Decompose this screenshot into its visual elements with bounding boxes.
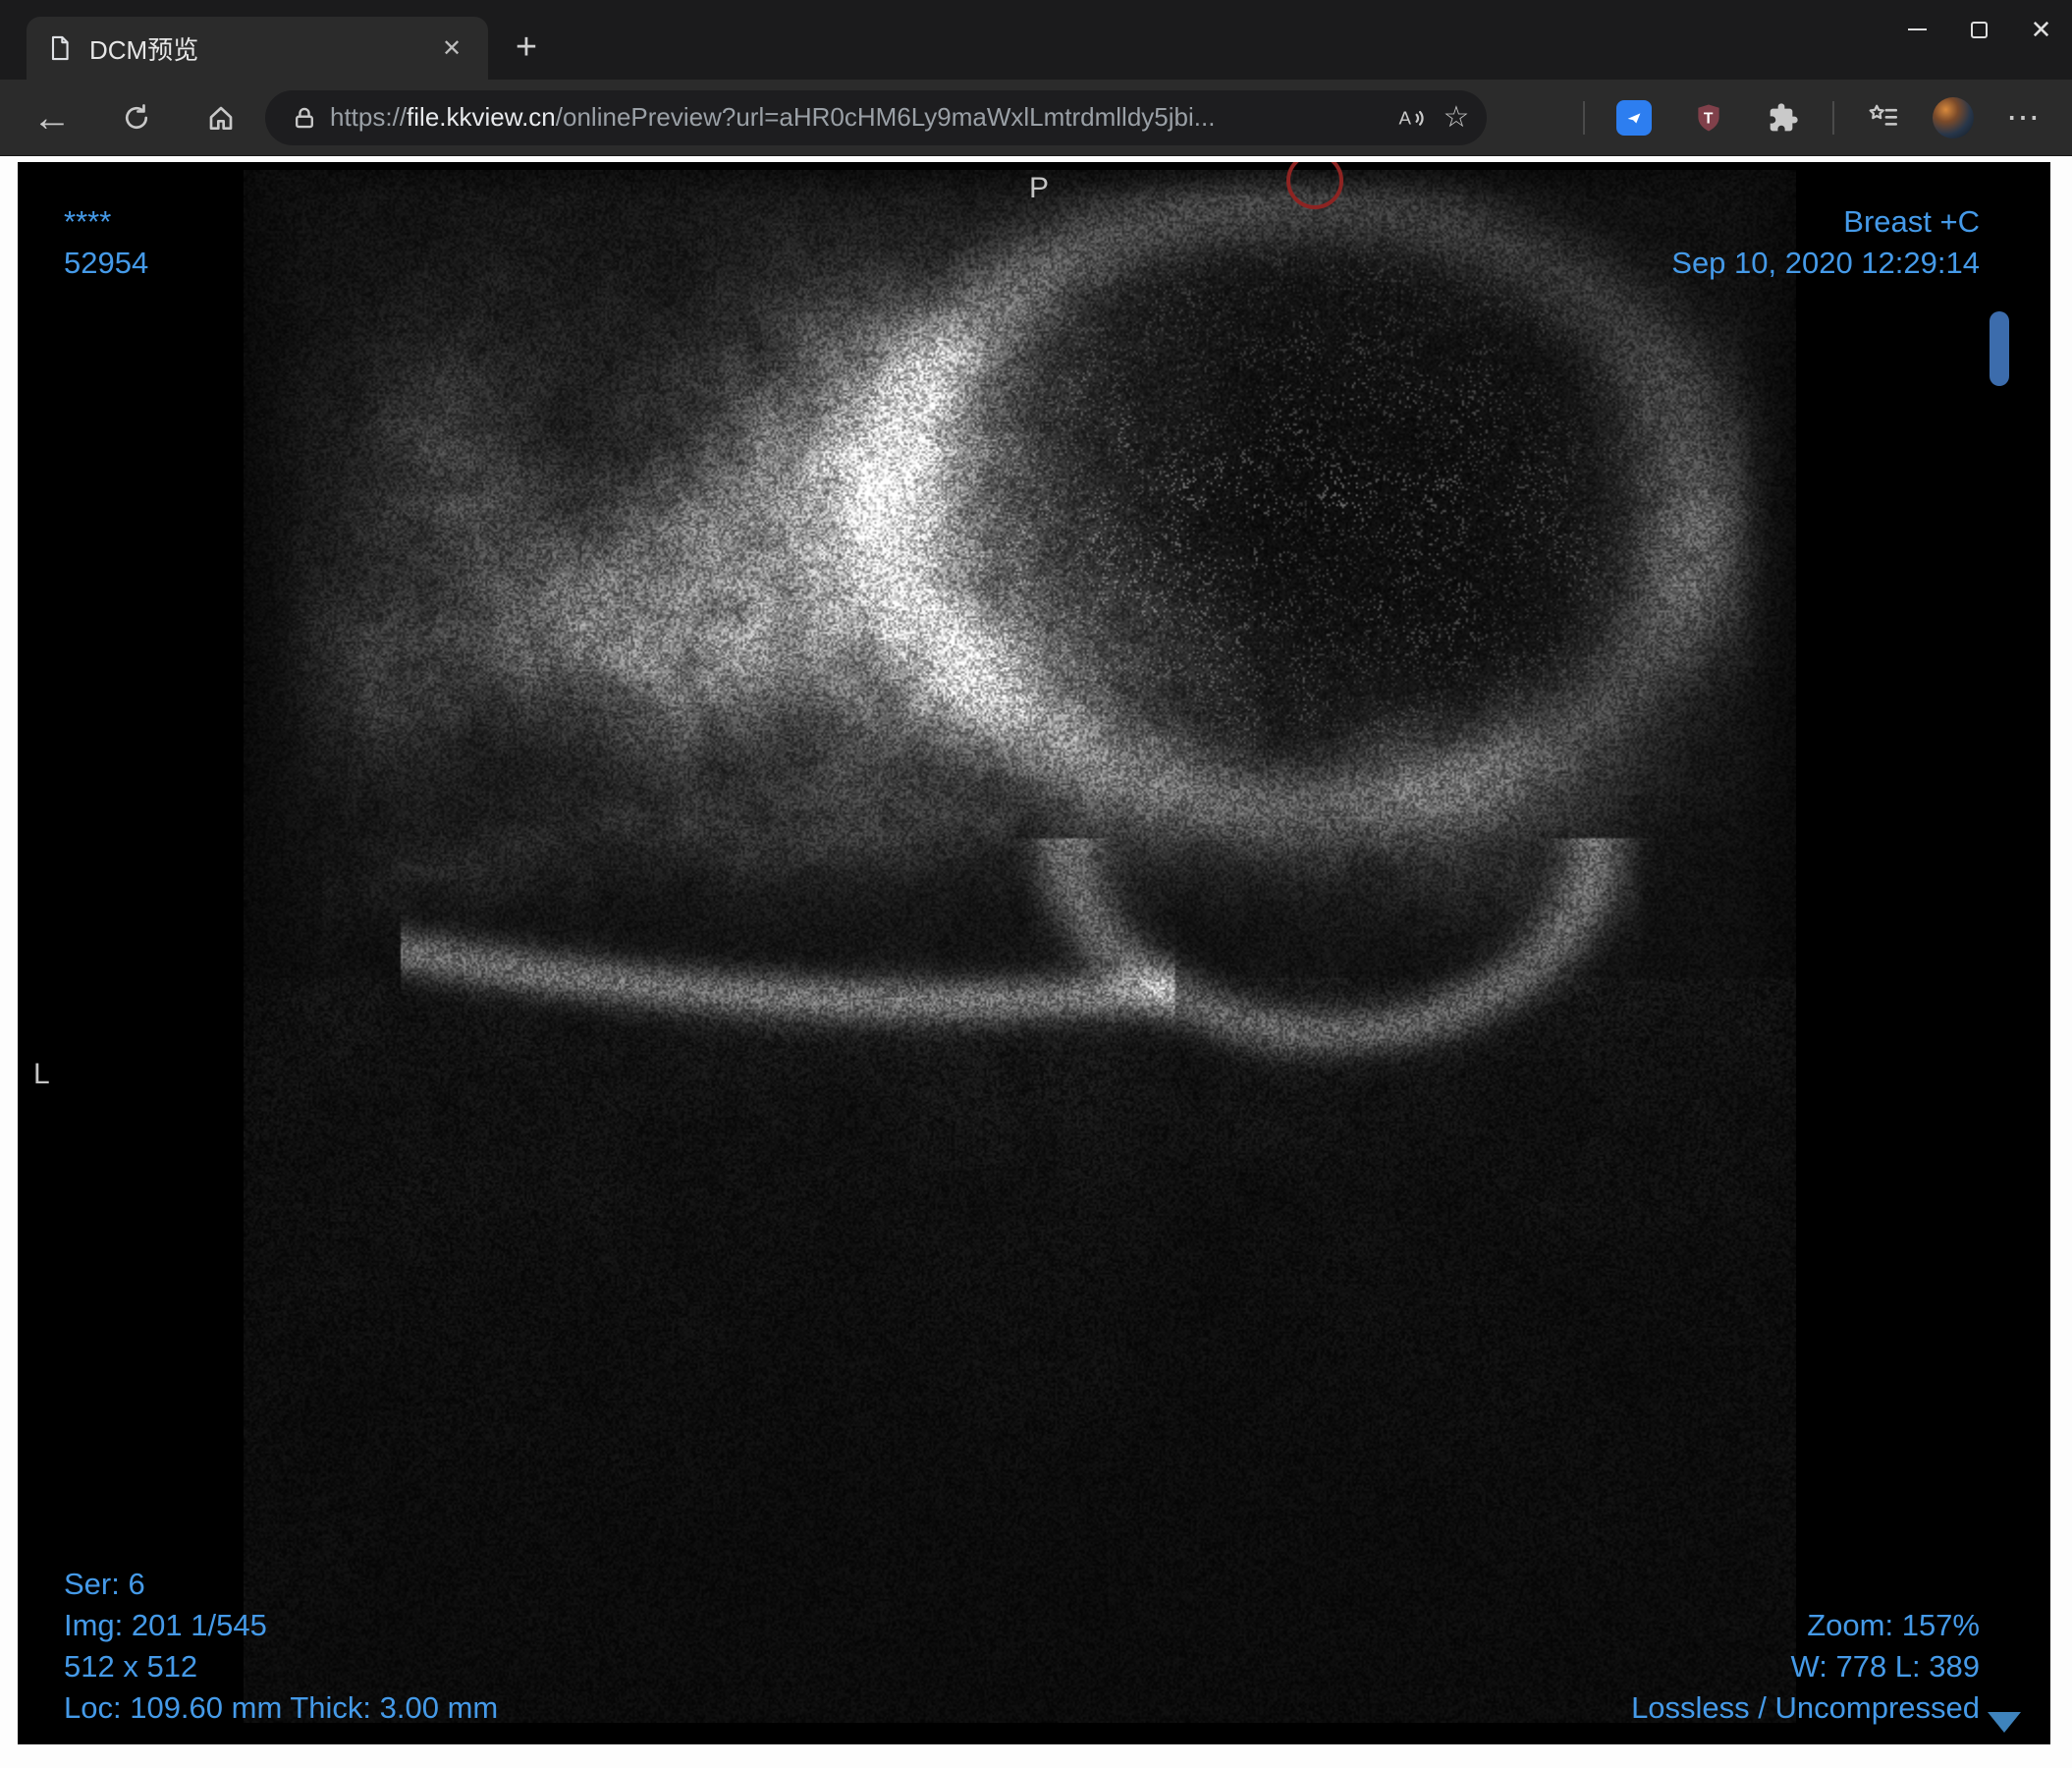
refresh-button[interactable] [106,89,167,146]
scroll-down-arrow[interactable] [1988,1712,2021,1733]
settings-more-button[interactable]: ⋯ [1997,92,2048,143]
home-button[interactable] [191,89,251,146]
ellipsis-icon: ⋯ [2006,98,2040,138]
favorites-list-icon [1867,101,1900,135]
read-aloud-icon: A [1396,103,1426,133]
study-description: Breast +C [1671,201,1980,243]
site-info-button[interactable] [285,96,324,139]
extension-translate-button[interactable] [1609,92,1660,143]
back-arrow-icon: ← [32,98,72,138]
minimize-button[interactable] [1886,0,1948,59]
browser-window: DCM预览 ✕ + ✕ ← https://file.kkview.cn/onl… [0,0,2072,1768]
navigation-toolbar: ← https://file.kkview.cn/onlinePreview?u… [0,80,2072,156]
patient-id: 52954 [64,243,148,284]
url-scheme: https:// [330,102,407,132]
extension-shield-button[interactable]: T [1683,92,1734,143]
matrix-size: 512 x 512 [64,1646,498,1687]
toolbar-right-cluster: T ⋯ [1583,92,2058,143]
star-icon: ☆ [1444,100,1470,135]
patient-info-overlay: **** 52954 [64,201,148,284]
maximize-button[interactable] [1948,0,2010,59]
shield-letter: T [1704,110,1714,127]
favorites-hub-button[interactable] [1858,92,1909,143]
orientation-marker-posterior: P [1029,172,1049,205]
mri-image[interactable] [244,170,1796,1723]
tab-dcm-preview[interactable]: DCM预览 ✕ [27,17,488,80]
patient-name: **** [64,201,148,243]
address-bar[interactable]: https://file.kkview.cn/onlinePreview?url… [265,90,1487,145]
image-number: Img: 201 1/545 [64,1605,498,1646]
read-aloud-letter: A [1399,107,1412,128]
url-path: /onlinePreview?url=aHR0cHM6Ly9maWxlLmtrd… [556,102,1216,132]
lock-icon [292,105,317,131]
orientation-marker-left: L [33,1058,50,1091]
tab-close-button[interactable]: ✕ [433,29,470,67]
scrollbar-thumb[interactable] [1990,311,2009,386]
maximize-icon [1971,22,1988,38]
extensions-button[interactable] [1758,92,1809,143]
separator [1832,101,1834,135]
study-info-overlay: Breast +C Sep 10, 2020 12:29:14 [1671,201,1980,284]
url-domain: file.kkview.cn [407,102,556,132]
document-icon [46,34,74,62]
slice-location: Loc: 109.60 mm Thick: 3.00 mm [64,1687,498,1729]
shield-icon: T [1692,101,1725,135]
separator [1583,101,1585,135]
page-background: **** 52954 Breast +C Sep 10, 2020 12:29:… [0,156,2072,1768]
minimize-icon [1908,28,1927,30]
study-datetime: Sep 10, 2020 12:29:14 [1671,243,1980,284]
series-number: Ser: 6 [64,1564,498,1605]
read-aloud-button[interactable]: A [1389,95,1434,140]
home-icon [205,102,237,134]
dicom-viewer: **** 52954 Breast +C Sep 10, 2020 12:29:… [18,162,2050,1744]
zoom-level: Zoom: 157% [1631,1605,1980,1646]
profile-avatar-button[interactable] [1933,97,1974,138]
url-text: https://file.kkview.cn/onlinePreview?url… [330,102,1389,133]
display-info-overlay: Zoom: 157% W: 778 L: 389 Lossless / Unco… [1631,1605,1980,1729]
back-button[interactable]: ← [22,89,82,146]
window-level: W: 778 L: 389 [1631,1646,1980,1687]
window-controls: ✕ [1886,0,2072,59]
new-tab-button[interactable]: + [504,25,549,70]
puzzle-icon [1768,102,1799,134]
window-close-button[interactable]: ✕ [2010,0,2072,59]
favorite-star-button[interactable]: ☆ [1434,95,1479,140]
refresh-icon [121,102,152,134]
series-info-overlay: Ser: 6 Img: 201 1/545 512 x 512 Loc: 109… [64,1564,498,1729]
translate-icon [1616,100,1652,136]
compression-info: Lossless / Uncompressed [1631,1687,1980,1729]
tab-title: DCM预览 [89,30,417,67]
tab-strip: DCM预览 ✕ + ✕ [0,0,2072,80]
